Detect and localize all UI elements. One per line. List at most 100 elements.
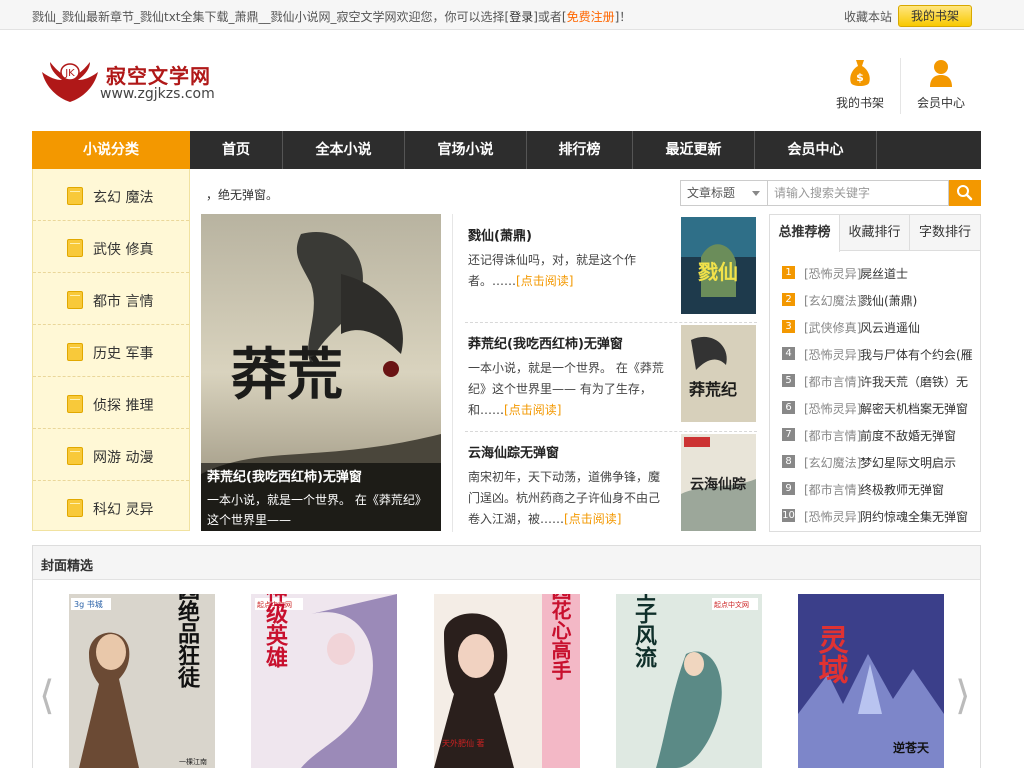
carousel-prev-button[interactable]: ⟨ [39, 665, 55, 727]
rank-number: 1 [782, 266, 795, 279]
read-more-link[interactable]: [点击阅读] [516, 274, 573, 288]
ranking-row[interactable]: 4 [恐怖灵异] 我与尸体有个约会(雁 [782, 346, 978, 373]
ranking-row[interactable]: 7 [都市言情] 前度不敌婚无弹窗 [782, 427, 978, 454]
nav-item-home[interactable]: 首页 [190, 131, 283, 169]
search-button[interactable] [949, 180, 981, 206]
header-member-center-label: 会员中心 [916, 96, 965, 110]
nav-item-completed[interactable]: 全本小说 [283, 131, 405, 169]
showcase-cover[interactable]: 起点中文网 神级英雄 [251, 594, 397, 768]
book-title[interactable]: 云海仙踪无弹窗 [468, 442, 559, 461]
tab-favorites[interactable]: 收藏排行 [840, 215, 910, 251]
nav-item-latest[interactable]: 最近更新 [633, 131, 755, 169]
read-more-link[interactable]: [点击阅读] [504, 403, 561, 417]
rank-book-name[interactable]: 解密天机档案无弹窗 [860, 400, 968, 417]
carousel-next-button[interactable]: ⟩ [955, 665, 971, 727]
book-title[interactable]: 戮仙(萧鼎) [468, 225, 532, 244]
rank-category: [恐怖灵异] [804, 267, 862, 281]
header-my-shelf-link[interactable]: $ 我的书架 [830, 58, 890, 111]
rank-book-name[interactable]: 我与尸体有个约会(雁 [860, 346, 973, 363]
chevron-left-icon: ⟨ [39, 673, 55, 719]
rank-number: 5 [782, 374, 795, 387]
rank-book-name[interactable]: 梦幻星际文明启示 [860, 454, 956, 471]
featured-cover-text: 莽荒 [231, 342, 343, 408]
nav-item-member[interactable]: 会员中心 [755, 131, 877, 169]
bookmark-site-link[interactable]: 收藏本站 [844, 8, 892, 25]
cover-author: 一棵江南 [179, 757, 207, 766]
sidebar-item-fantasy[interactable]: 玄幻 魔法 [33, 169, 189, 221]
showcase-cover[interactable]: 3g 书城 校园绝品狂徒 一棵江南 [69, 594, 215, 768]
rank-category: [恐怖灵异] [804, 348, 862, 362]
featured-title[interactable]: 莽荒纪(我吃西红柿)无弹窗 [207, 466, 362, 485]
ranking-row[interactable]: 10 [恐怖灵异] 阴约惊魂全集无弹窗 [782, 508, 978, 535]
rank-category: [都市言情] [804, 375, 862, 389]
site-logo[interactable]: JK 寂空文学网 www.zgjkzs.com [40, 58, 240, 108]
book-cover-image[interactable]: 云海仙踪 [681, 434, 756, 531]
sidebar-item-label: 历史 军事 [93, 346, 154, 362]
sidebar-item-label: 侦探 推理 [93, 398, 154, 414]
tab-word-count[interactable]: 字数排行 [910, 215, 980, 251]
ranking-row[interactable]: 1 [恐怖灵异] 屍丝道士 [782, 265, 978, 292]
ranking-row[interactable]: 9 [都市言情] 终极教师无弹窗 [782, 481, 978, 508]
sidebar-item-scifi[interactable]: 科幻 灵异 [33, 481, 189, 533]
showcase-title: 封面精选 [41, 559, 94, 574]
notice-text: ，绝无弹窗。 [206, 188, 279, 202]
sidebar-item-label: 科幻 灵异 [93, 502, 154, 518]
cover-brand: 3g 书城 [74, 599, 103, 609]
my-shelf-button[interactable]: 我的书架 [898, 5, 972, 27]
rank-book-name[interactable]: 终极教师无弹窗 [860, 481, 944, 498]
rank-book-name[interactable]: 风云逍遥仙 [860, 319, 920, 336]
nav-item-officialdom[interactable]: 官场小说 [405, 131, 527, 169]
showcase-cover[interactable]: 起点中文网 士子风流 [616, 594, 762, 768]
featured-desc: 一本小说，就是一个世界。 在《莽荒纪》这个世界里—— [207, 493, 427, 527]
rank-book-name[interactable]: 前度不敌婚无弹窗 [860, 427, 956, 444]
user-icon [930, 60, 952, 87]
book-cover-image[interactable]: 戮仙 [681, 217, 756, 314]
ranking-tabs: 总推荐榜 收藏排行 字数排行 [770, 215, 980, 252]
money-bag-icon: $ [850, 60, 870, 86]
rank-number: 7 [782, 428, 795, 441]
sidebar-item-urban[interactable]: 都市 言情 [33, 273, 189, 325]
rank-book-name[interactable]: 许我天荒（磨铁）无 [860, 373, 968, 390]
sidebar-item-game[interactable]: 网游 动漫 [33, 429, 189, 481]
rank-category: [玄幻魔法] [804, 456, 862, 470]
welcome-text: 戮仙_戮仙最新章节_戮仙txt全集下载_萧鼎__戮仙小说网_寂空文学网欢迎您，你… [32, 8, 631, 25]
showcase-cover[interactable]: 灵域 逆苍天 [798, 594, 944, 768]
cover-author: 逆苍天 [893, 740, 930, 755]
top-bar: 戮仙_戮仙最新章节_戮仙txt全集下载_萧鼎__戮仙小说网_寂空文学网欢迎您，你… [0, 0, 1024, 30]
column-divider [452, 214, 453, 532]
book-cover-image[interactable]: 莽荒纪 [681, 325, 756, 422]
book-cover-text: 莽荒纪 [688, 380, 737, 399]
featured-book[interactable]: 莽荒 莽荒纪(我吃西红柿)无弹窗 一本小说，就是一个世界。 在《莽荒纪》这个世界… [201, 214, 441, 531]
book-desc: 还记得诛仙吗，对，就是这个作者。……[点击阅读] [468, 250, 668, 292]
book-title[interactable]: 莽荒纪(我吃西红柿)无弹窗 [468, 333, 623, 352]
rank-book-name[interactable]: 屍丝道士 [860, 265, 908, 282]
ranking-row[interactable]: 6 [恐怖灵异] 解密天机档案无弹窗 [782, 400, 978, 427]
header-divider [900, 58, 901, 114]
ranking-row[interactable]: 5 [都市言情] 许我天荒（磨铁）无 [782, 373, 978, 400]
ranking-row[interactable]: 3 [武侠修真] 风云逍遥仙 [782, 319, 978, 346]
read-more-link[interactable]: [点击阅读] [564, 512, 621, 526]
showcase-cover[interactable]: 校园花心高手 天外肥仙 著 [434, 594, 580, 768]
rank-book-name[interactable]: 戮仙(萧鼎) [860, 292, 917, 309]
ranking-row[interactable]: 8 [玄幻魔法] 梦幻星际文明启示 [782, 454, 978, 481]
book-divider [465, 431, 757, 432]
chevron-down-icon [752, 191, 760, 196]
folder-icon [67, 291, 83, 309]
rank-number: 2 [782, 293, 795, 306]
nav-category-label[interactable]: 小说分类 [32, 131, 190, 169]
logo-wings-icon: JK [42, 62, 98, 102]
search-type-select[interactable]: 文章标题 [680, 180, 768, 206]
sidebar-item-history[interactable]: 历史 军事 [33, 325, 189, 377]
header-member-center-link[interactable]: 会员中心 [911, 58, 971, 111]
ranking-row[interactable]: 2 [玄幻魔法] 戮仙(萧鼎) [782, 292, 978, 319]
sidebar-item-wuxia[interactable]: 武侠 修真 [33, 221, 189, 273]
nav-item-ranking[interactable]: 排行榜 [527, 131, 633, 169]
login-link[interactable]: 登录 [509, 10, 533, 24]
sidebar-item-label: 武侠 修真 [93, 242, 154, 258]
register-link[interactable]: 免费注册 [567, 10, 615, 24]
rank-number: 4 [782, 347, 795, 360]
rank-book-name[interactable]: 阴约惊魂全集无弹窗 [860, 508, 968, 525]
search-input[interactable] [768, 180, 949, 206]
tab-total-recommend[interactable]: 总推荐榜 [770, 215, 840, 252]
sidebar-item-detective[interactable]: 侦探 推理 [33, 377, 189, 429]
